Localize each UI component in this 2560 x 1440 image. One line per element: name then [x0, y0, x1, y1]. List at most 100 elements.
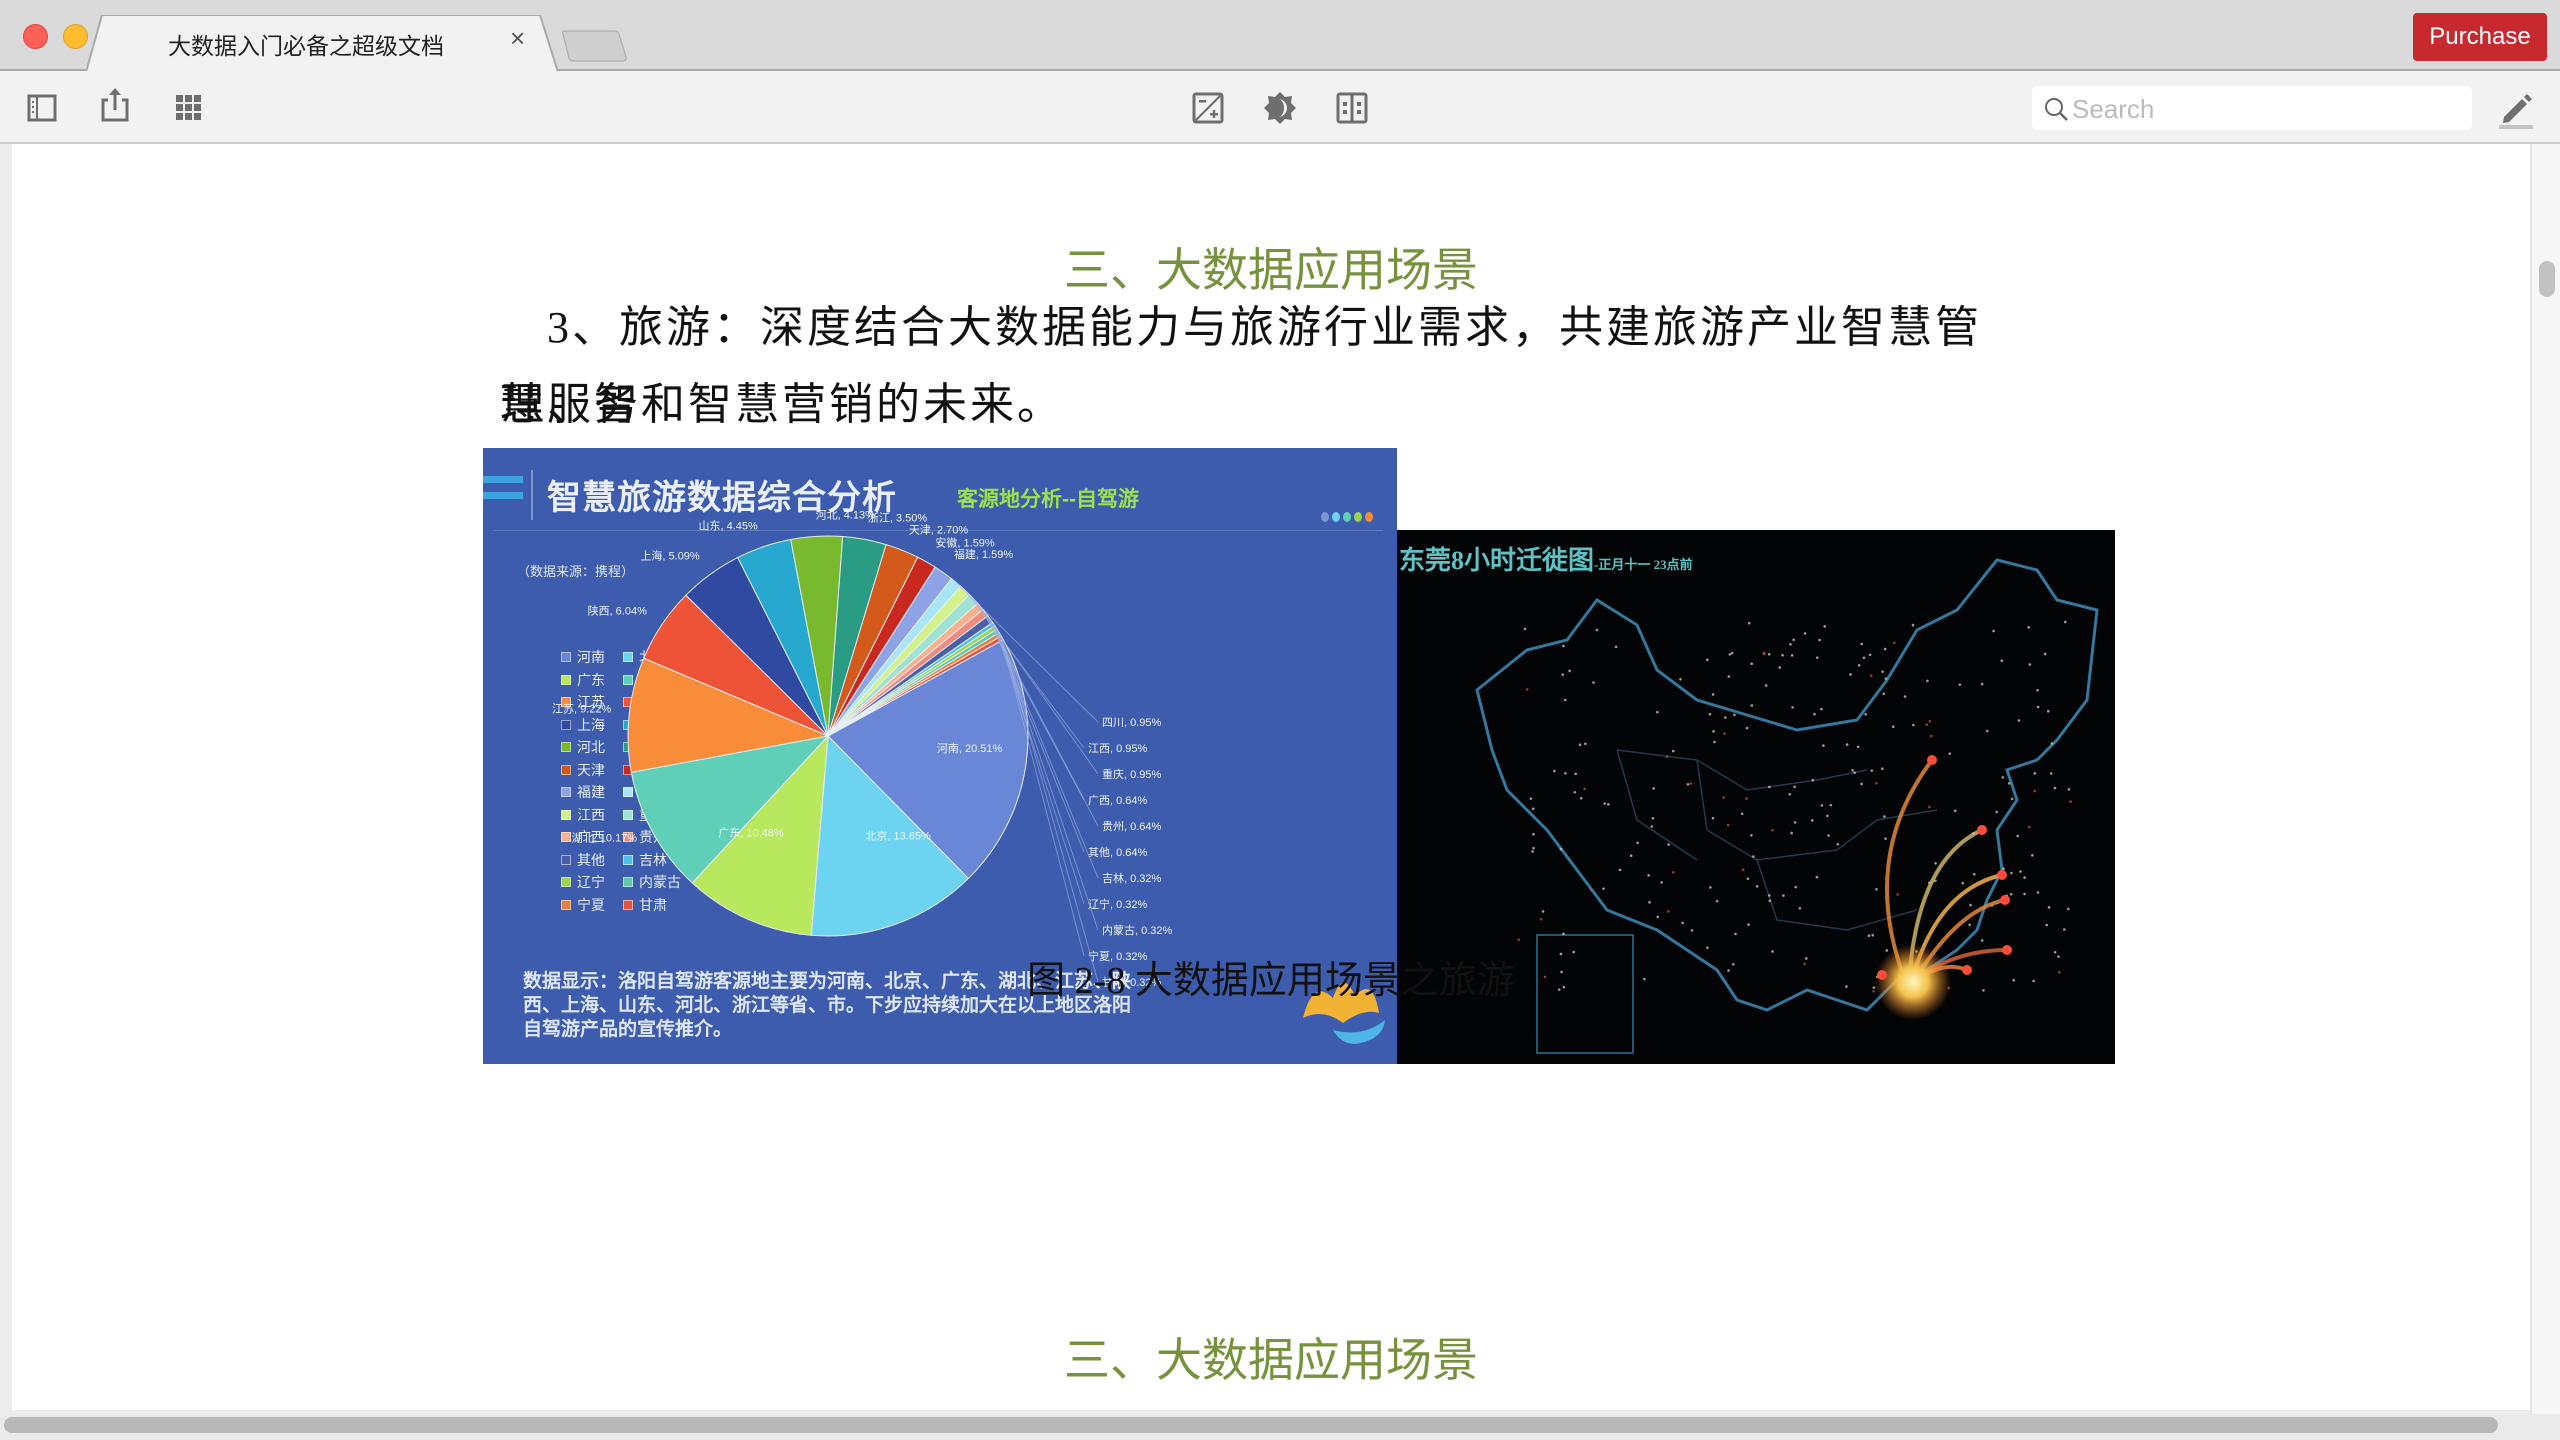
city-dot: [2027, 825, 2031, 829]
city-dot: [1531, 807, 1535, 811]
city-dot: [1709, 886, 1712, 889]
city-dot: [2028, 663, 2032, 666]
city-dot: [2023, 892, 2026, 896]
city-dot: [1553, 769, 1556, 773]
city-dot: [1559, 847, 1563, 851]
city-dot: [1517, 938, 1520, 942]
city-dot: [1768, 894, 1771, 897]
city-dot: [2017, 719, 2021, 722]
city-dot: [1781, 653, 1784, 657]
purchase-button[interactable]: Purchase: [2413, 13, 2547, 61]
city-dot: [1715, 899, 1719, 903]
city-dot: [1948, 752, 1952, 755]
city-dot: [1562, 932, 1565, 936]
city-dot: [2036, 891, 2040, 894]
city-dot: [1723, 732, 1726, 735]
city-dot: [1992, 629, 1995, 633]
vertical-scrollbar-thumb[interactable]: [2539, 261, 2555, 297]
city-dot: [2000, 659, 2004, 663]
city-dot: [1790, 654, 1794, 657]
city-dot: [1973, 872, 1976, 876]
pie-label: 重庆, 0.95%: [1102, 767, 1162, 781]
city-dot: [1603, 802, 1606, 805]
tab-document[interactable]: 大数据入门必备之超级文档 ×: [86, 15, 568, 73]
city-dot: [1881, 670, 1884, 673]
city-dot: [1762, 651, 1766, 655]
document-page: 三、大数据应用场景 3、旅游：深度结合大数据能力与旅游行业需求，共建旅游产业智慧…: [12, 144, 2530, 1410]
city-dot: [1849, 673, 1852, 676]
pie-label: 上海, 5.09%: [640, 549, 700, 563]
tab-close-icon[interactable]: ×: [510, 25, 525, 51]
pie-label: 陕西, 6.04%: [588, 604, 648, 618]
close-window-button[interactable]: [23, 24, 48, 49]
city-dot: [1531, 850, 1534, 853]
city-dot: [1726, 823, 1730, 827]
pie-label: 安徽, 1.59%: [935, 535, 995, 549]
city-dot: [2047, 906, 2051, 909]
pie-label: 浙江, 3.50%: [868, 512, 928, 525]
vertical-scrollbar[interactable]: [2530, 144, 2560, 1414]
city-dot: [1574, 772, 1578, 776]
night-mode-icon[interactable]: [1263, 91, 1297, 125]
pie-label: 河南, 20.51%: [937, 742, 1003, 755]
city-dot: [1636, 841, 1639, 845]
city-dot: [2043, 652, 2047, 656]
pie-label: 河北, 4.13%: [816, 508, 876, 521]
minimize-window-button[interactable]: [63, 24, 88, 49]
city-dot: [1652, 787, 1655, 790]
city-dot: [2019, 870, 2022, 873]
city-dot: [1891, 725, 1895, 729]
city-dot: [1579, 797, 1583, 800]
annotate-pen-icon[interactable]: [2496, 89, 2536, 130]
city-dot: [1728, 653, 1732, 656]
pie-label: 辽宁, 0.32%: [1088, 897, 1148, 911]
city-dot: [1711, 693, 1715, 696]
city-dot: [1562, 644, 1565, 648]
city-dot: [1980, 682, 1984, 686]
city-dot: [1930, 734, 1933, 738]
city-dot: [1788, 792, 1792, 796]
city-dot: [1851, 768, 1854, 772]
new-tab-button[interactable]: [561, 30, 628, 62]
pie-label: 福建, 1.59%: [954, 547, 1014, 561]
city-dot: [2023, 876, 2026, 879]
city-dot: [1815, 656, 1819, 659]
city-dot: [1820, 707, 1823, 711]
pie-label: 广西, 0.64%: [1088, 794, 1148, 807]
search-input[interactable]: [2070, 90, 2464, 128]
city-dot: [1980, 939, 1984, 942]
city-dot: [1875, 781, 1878, 785]
city-dot: [1745, 726, 1749, 730]
destination-markers: [1877, 755, 2012, 980]
thumbnails-grid-icon[interactable]: [172, 91, 206, 125]
city-dot: [1903, 695, 1907, 698]
city-dot: [2031, 854, 2034, 857]
city-dot: [1882, 692, 1886, 696]
horizontal-scrollbar[interactable]: [0, 1414, 2560, 1440]
city-dot: [1529, 797, 1533, 800]
city-dot: [1875, 887, 1878, 891]
city-dot: [1690, 929, 1694, 932]
two-page-view-icon[interactable]: [1335, 91, 1369, 125]
city-dot: [1651, 817, 1655, 820]
city-dot: [1860, 642, 1863, 646]
horizontal-scrollbar-thumb[interactable]: [4, 1417, 2498, 1433]
city-dot: [1860, 782, 1863, 786]
tab-bar: 大数据入门必备之超级文档 × Purchase: [0, 0, 2560, 73]
city-dot: [1650, 825, 1654, 828]
sidebar-toggle-icon[interactable]: [26, 91, 60, 125]
city-dot: [1647, 874, 1650, 877]
city-dot: [1730, 651, 1734, 655]
zoom-in-out-icon[interactable]: [1191, 91, 1225, 125]
city-dot: [1750, 704, 1754, 707]
city-dot: [1740, 812, 1744, 816]
city-dot: [2063, 620, 2067, 624]
city-dot: [1789, 643, 1792, 646]
tab-title: 大数据入门必备之超级文档: [168, 33, 444, 59]
city-dot: [1564, 771, 1567, 775]
city-dot: [2049, 772, 2053, 775]
city-dot: [1827, 834, 1830, 837]
city-dot: [1995, 810, 1998, 814]
share-icon[interactable]: [98, 86, 132, 122]
city-dot: [1671, 749, 1675, 753]
